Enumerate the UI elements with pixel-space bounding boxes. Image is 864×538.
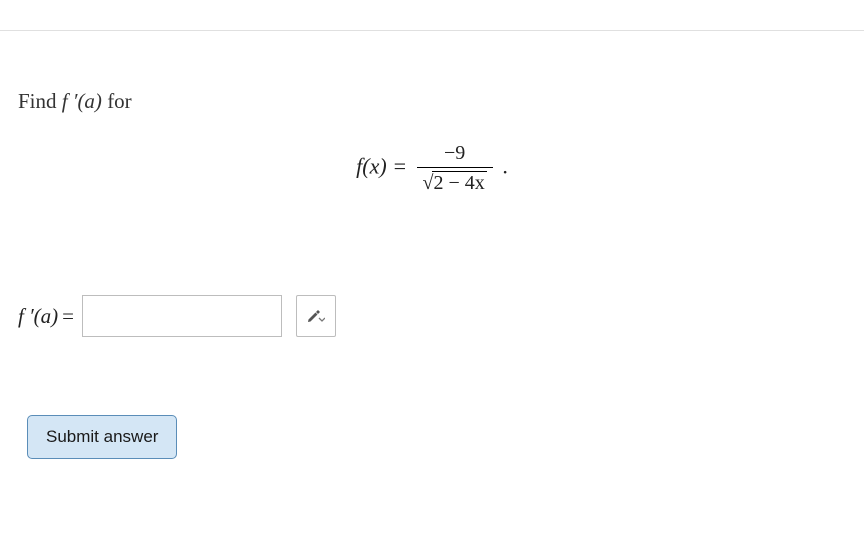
sqrt-wrapper: √2 − 4x bbox=[423, 171, 487, 195]
problem-prompt: Find f ′(a) for bbox=[18, 89, 864, 114]
top-divider bbox=[0, 30, 864, 31]
answer-label-math: f ′(a) bbox=[18, 304, 58, 328]
equation-lhs: f(x) = bbox=[356, 154, 412, 179]
prompt-suffix: for bbox=[102, 89, 132, 113]
equation-editor-button[interactable] bbox=[296, 295, 336, 337]
answer-label-eq: = bbox=[62, 304, 74, 328]
equation-numerator: −9 bbox=[417, 142, 493, 168]
answer-input[interactable] bbox=[82, 295, 282, 337]
answer-row: f ′(a)= bbox=[18, 295, 864, 337]
equation-trailing: . bbox=[502, 154, 508, 179]
submit-button[interactable]: Submit answer bbox=[27, 415, 177, 459]
prompt-math: f ′(a) bbox=[62, 89, 102, 113]
answer-label: f ′(a)= bbox=[18, 304, 74, 329]
submit-row: Submit answer bbox=[27, 415, 864, 459]
equation-denominator: √2 − 4x bbox=[417, 168, 493, 195]
prompt-prefix: Find bbox=[18, 89, 62, 113]
pencil-dropdown-icon bbox=[307, 307, 325, 326]
sqrt-content: 2 − 4x bbox=[432, 171, 487, 195]
equation-display: f(x) = −9 √2 − 4x . bbox=[0, 142, 864, 195]
equation-fraction: −9 √2 − 4x bbox=[417, 142, 493, 195]
